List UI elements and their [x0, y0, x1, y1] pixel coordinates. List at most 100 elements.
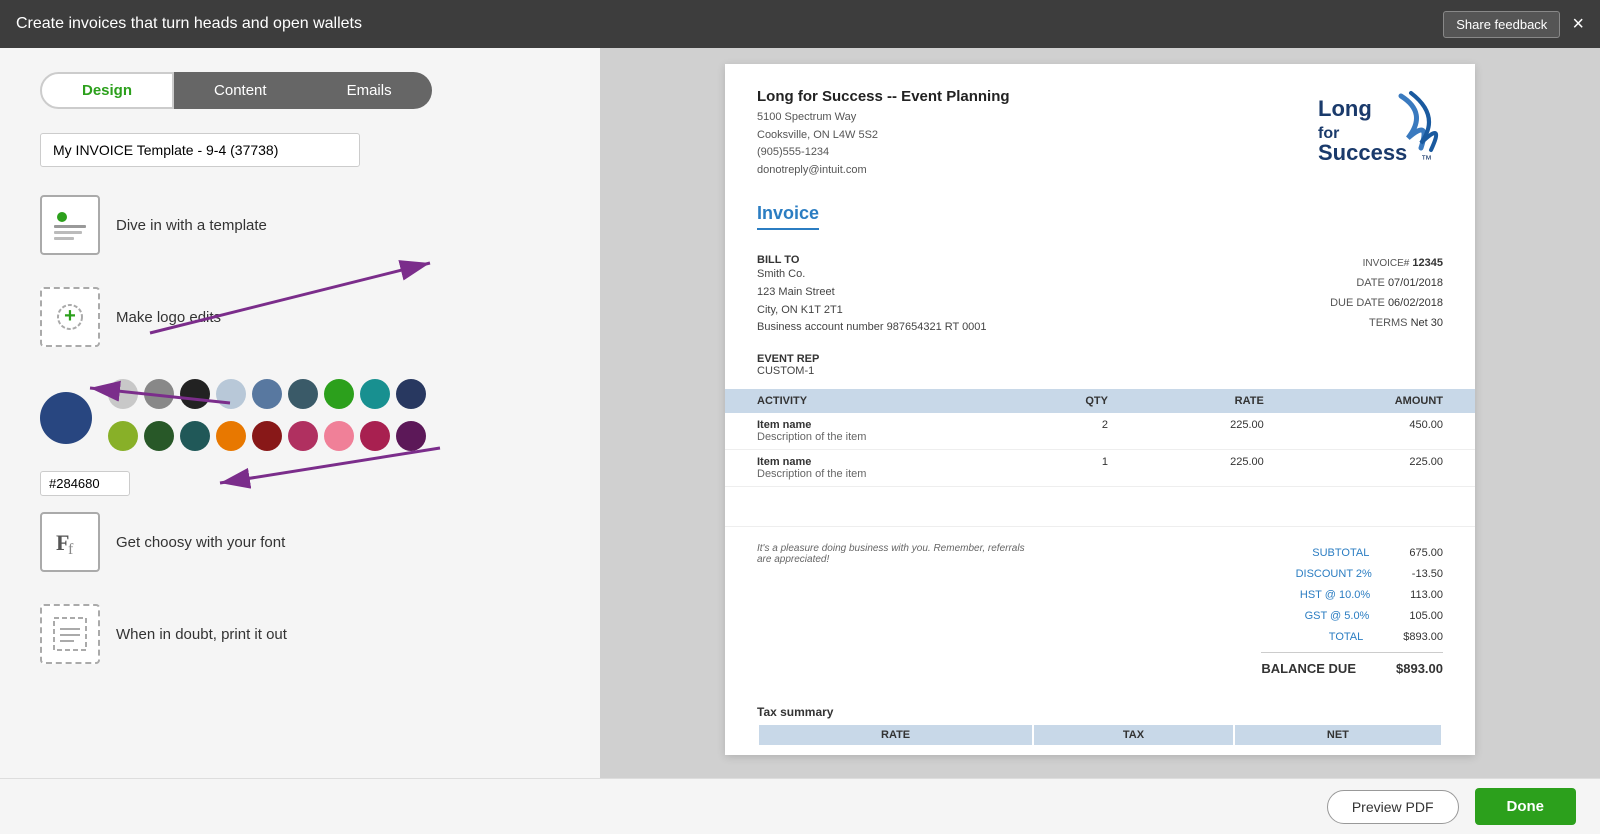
feature-logo[interactable]: + Make logo edits	[40, 287, 560, 347]
tax-col-rate: RATE	[759, 725, 1032, 745]
header: Create invoices that turn heads and open…	[0, 0, 1600, 48]
print-icon-svg	[50, 614, 90, 654]
print-icon	[40, 604, 100, 664]
bill-to-info: Smith Co. 123 Main Street City, ON K1T 2…	[757, 266, 987, 336]
feature-template[interactable]: Dive in with a template	[40, 195, 560, 255]
color-swatch-purple[interactable]	[396, 421, 426, 451]
col-qty: QTY	[1002, 389, 1140, 413]
footer-note: It's a pleasure doing business with you.…	[757, 543, 1037, 681]
item-2-amount: 225.00	[1296, 449, 1475, 486]
event-rep-label: EVENT REP	[757, 353, 1443, 365]
tax-col-net: NET	[1235, 725, 1441, 745]
header-actions: Share feedback ×	[1443, 11, 1584, 38]
color-swatch-lime[interactable]	[108, 421, 138, 451]
line-item-1: Item name Description of the item 2 225.…	[725, 413, 1475, 450]
color-swatch-gray1[interactable]	[108, 379, 138, 409]
color-row-2	[108, 421, 426, 451]
logo-icon: +	[40, 287, 100, 347]
header-title: Create invoices that turn heads and open…	[16, 15, 362, 33]
balance-due-row: BALANCE DUE $893.00	[1261, 652, 1443, 682]
font-icon-svg: F f	[52, 524, 88, 560]
terms-row: TERMS Net 30	[1369, 317, 1443, 329]
invoice-footer: It's a pleasure doing business with you.…	[725, 526, 1475, 697]
color-swatch-dkgreen[interactable]	[144, 421, 174, 451]
company-name: Long for Success -- Event Planning	[757, 88, 1010, 105]
font-icon: F f	[40, 512, 100, 572]
preview-pdf-button[interactable]: Preview PDF	[1327, 790, 1459, 824]
gst-row: GST @ 5.0% 105.00	[1261, 606, 1443, 627]
tax-table: RATE TAX NET	[757, 723, 1443, 747]
tab-design[interactable]: Design	[40, 72, 174, 109]
color-swatch-teal[interactable]	[288, 379, 318, 409]
color-swatch-darknavy[interactable]	[396, 379, 426, 409]
color-swatch-darkteal[interactable]	[360, 379, 390, 409]
feature-print-label: When in doubt, print it out	[116, 626, 287, 643]
color-row-1	[108, 379, 426, 409]
company-logo: Long for Success ™	[1313, 88, 1443, 168]
template-icon	[40, 195, 100, 255]
feature-template-label: Dive in with a template	[116, 217, 267, 234]
invoice-table: ACTIVITY QTY RATE AMOUNT Item name Descr…	[725, 389, 1475, 527]
svg-text:Long: Long	[1318, 96, 1372, 121]
col-rate: RATE	[1140, 389, 1296, 413]
item-1-amount: 450.00	[1296, 413, 1475, 450]
left-panel: Design Content Emails Dive in with a tem…	[0, 48, 600, 778]
svg-text:f: f	[68, 541, 74, 558]
item-1-qty: 2	[1002, 413, 1140, 450]
line-item-2: Item name Description of the item 1 225.…	[725, 449, 1475, 486]
company-info-block: Long for Success -- Event Planning 5100 …	[757, 88, 1010, 179]
share-feedback-button[interactable]: Share feedback	[1443, 11, 1560, 38]
discount-row: DISCOUNT 2% -13.50	[1261, 564, 1443, 585]
done-button[interactable]: Done	[1475, 788, 1577, 825]
color-swatch-gray2[interactable]	[144, 379, 174, 409]
total-row: TOTAL $893.00	[1261, 627, 1443, 648]
tax-summary-section: Tax summary RATE TAX NET	[725, 697, 1475, 755]
color-swatch-pink[interactable]	[324, 421, 354, 451]
right-panel: Long for Success -- Event Planning 5100 …	[600, 48, 1600, 778]
inv-label: INVOICE#	[1363, 258, 1410, 269]
bill-to-label: BILL TO	[757, 254, 987, 266]
color-swatch-maroon[interactable]	[288, 421, 318, 451]
invoice-meta: INVOICE# 12345 DATE 07/01/2018 DUE DATE …	[1330, 254, 1443, 336]
spacer-row	[725, 486, 1475, 526]
item-1-name-desc: Item name Description of the item	[725, 413, 1002, 450]
bill-to-block: BILL TO Smith Co. 123 Main Street City, …	[757, 254, 987, 336]
color-swatch-darkpink[interactable]	[360, 421, 390, 451]
tab-emails[interactable]: Emails	[307, 72, 432, 109]
color-swatch-orange[interactable]	[216, 421, 246, 451]
invoice-number-label: INVOICE# 12345	[1363, 257, 1443, 269]
main-container: Design Content Emails Dive in with a tem…	[0, 48, 1600, 778]
feature-print[interactable]: When in doubt, print it out	[40, 604, 560, 664]
template-icon-svg	[52, 207, 88, 243]
tax-summary-label: Tax summary	[757, 705, 1443, 719]
tabs: Design Content Emails	[40, 72, 560, 109]
date-row: DATE 07/01/2018	[1356, 277, 1443, 289]
item-2-name-desc: Item name Description of the item	[725, 449, 1002, 486]
logo-icon-svg: +	[52, 299, 88, 335]
color-swatch-green[interactable]	[324, 379, 354, 409]
color-swatch-darkred[interactable]	[252, 421, 282, 451]
color-swatch-medblue[interactable]	[252, 379, 282, 409]
color-swatch-dkteal[interactable]	[180, 421, 210, 451]
color-selected-swatch[interactable]	[40, 392, 92, 444]
event-rep-section: EVENT REP CUSTOM-1	[725, 349, 1475, 389]
col-activity: ACTIVITY	[725, 389, 1002, 413]
due-date-row: DUE DATE 06/02/2018	[1330, 297, 1443, 309]
color-row-main	[40, 379, 560, 457]
item-2-rate: 225.00	[1140, 449, 1296, 486]
invoice-paper: Long for Success -- Event Planning 5100 …	[725, 64, 1475, 755]
totals-section: SUBTOTAL 675.00 DISCOUNT 2% -13.50 HST @…	[1261, 543, 1443, 681]
col-amount: AMOUNT	[1296, 389, 1475, 413]
item-1-rate: 225.00	[1140, 413, 1296, 450]
tab-content[interactable]: Content	[174, 72, 307, 109]
invoice-title-section: Invoice	[725, 195, 1475, 254]
hst-row: HST @ 10.0% 113.00	[1261, 585, 1443, 606]
color-swatch-lightblue[interactable]	[216, 379, 246, 409]
color-swatch-black[interactable]	[180, 379, 210, 409]
close-button[interactable]: ×	[1572, 14, 1584, 34]
event-rep-value: CUSTOM-1	[757, 365, 1443, 377]
template-name-input[interactable]	[40, 133, 360, 167]
color-hex-input[interactable]	[40, 471, 130, 496]
feature-font[interactable]: F f Get choosy with your font	[40, 512, 560, 572]
svg-text:Success: Success	[1318, 140, 1407, 165]
